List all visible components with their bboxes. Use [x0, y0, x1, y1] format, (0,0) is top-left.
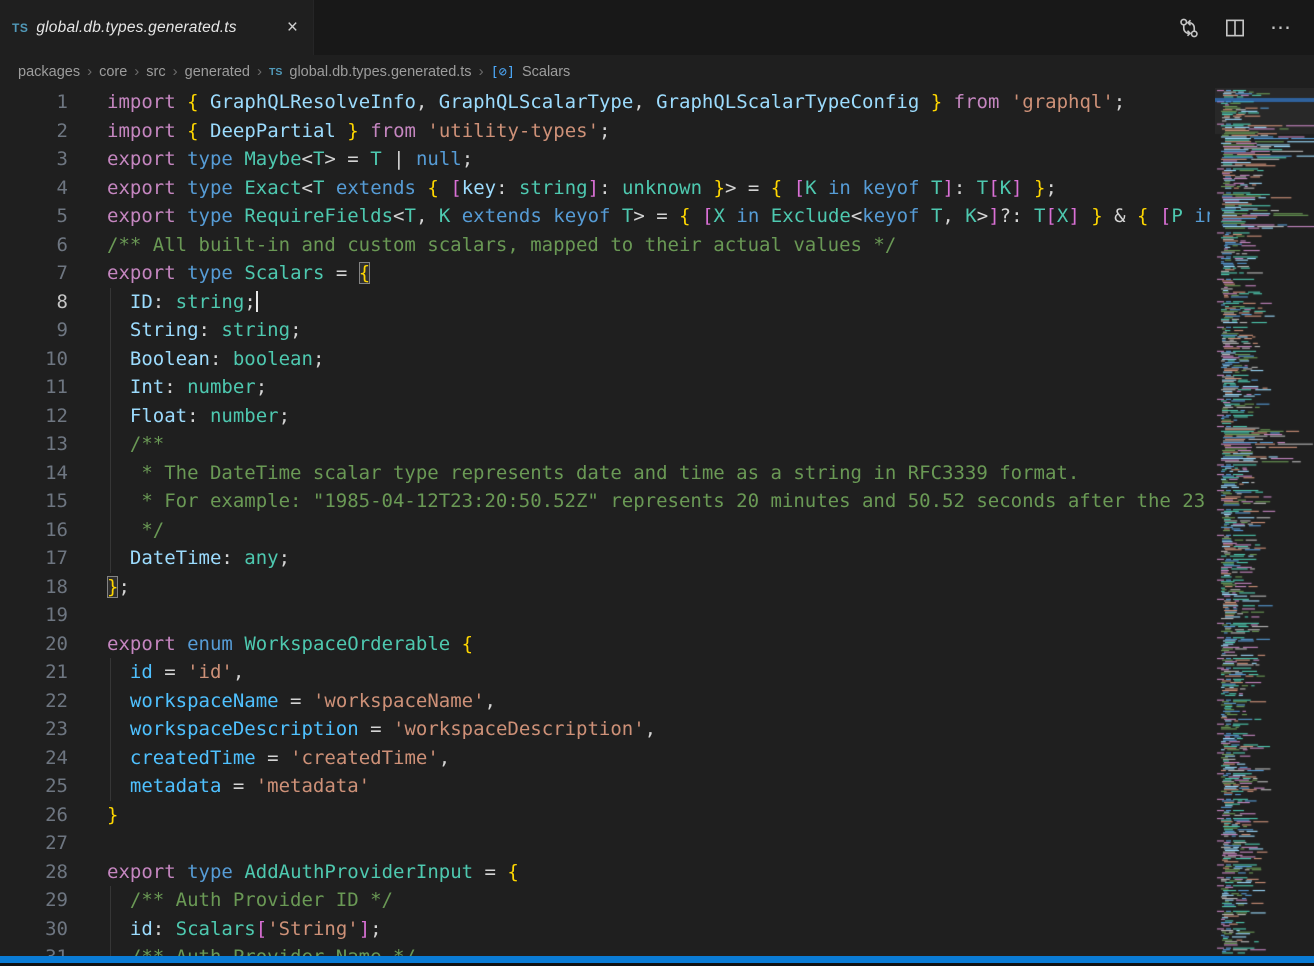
code-line-8: 8 ID: string; — [0, 288, 1210, 317]
line-number: 7 — [0, 259, 68, 288]
line-number: 30 — [0, 915, 68, 944]
code-line-7: 7export type Scalars = { — [0, 259, 1210, 288]
code-line-4: 4export type Exact<T extends { [key: str… — [0, 174, 1210, 203]
code-line-30: 30 id: Scalars['String']; — [0, 915, 1210, 944]
line-number: 27 — [0, 829, 68, 858]
close-tab-icon[interactable]: × — [284, 18, 301, 37]
line-number: 18 — [0, 573, 68, 602]
tab-title: global.db.types.generated.ts — [36, 19, 236, 37]
line-number: 5 — [0, 202, 68, 231]
split-editor-icon[interactable] — [1220, 13, 1250, 43]
code-line-12: 12 Float: number; — [0, 402, 1210, 431]
line-number: 6 — [0, 231, 68, 260]
line-number: 28 — [0, 858, 68, 887]
line-number: 10 — [0, 345, 68, 374]
line-number: 4 — [0, 174, 68, 203]
breadcrumb-item-src[interactable]: src — [146, 64, 165, 80]
code-line-19: 19 — [0, 601, 1210, 630]
code-line-16: 16 */ — [0, 516, 1210, 545]
line-number: 15 — [0, 487, 68, 516]
line-number: 14 — [0, 459, 68, 488]
breadcrumb-separator: › — [134, 63, 139, 80]
typescript-file-icon: TS — [12, 21, 28, 35]
code-line-21: 21 id = 'id', — [0, 658, 1210, 687]
code-line-28: 28export type AddAuthProviderInput = { — [0, 858, 1210, 887]
more-actions-icon[interactable]: ⋯ — [1266, 13, 1296, 43]
breadcrumb-item-symbol-scalars[interactable]: Scalars — [522, 64, 570, 80]
open-changes-icon[interactable] — [1174, 13, 1204, 43]
code-line-13: 13 /** — [0, 430, 1210, 459]
line-number: 26 — [0, 801, 68, 830]
code-line-25: 25 metadata = 'metadata' — [0, 772, 1210, 801]
line-number: 23 — [0, 715, 68, 744]
line-number: 21 — [0, 658, 68, 687]
editor-actions: ⋯ — [1174, 0, 1314, 55]
line-number: 1 — [0, 88, 68, 117]
code-line-6: 6/** All built-in and custom scalars, ma… — [0, 231, 1210, 260]
line-number: 12 — [0, 402, 68, 431]
symbol-type-icon: [⊘] — [491, 64, 515, 80]
code-line-23: 23 workspaceDescription = 'workspaceDesc… — [0, 715, 1210, 744]
code-line-3: 3export type Maybe<T> = T | null; — [0, 145, 1210, 174]
code-line-27: 27 — [0, 829, 1210, 858]
code-line-22: 22 workspaceName = 'workspaceName', — [0, 687, 1210, 716]
tab-global-db-types-generated[interactable]: TS global.db.types.generated.ts × — [0, 0, 314, 55]
line-number: 20 — [0, 630, 68, 659]
code-line-9: 9 String: string; — [0, 316, 1210, 345]
code-line-2: 2import { DeepPartial } from 'utility-ty… — [0, 117, 1210, 146]
breadcrumb-separator: › — [257, 63, 262, 80]
text-cursor — [256, 291, 258, 312]
code-line-1: 1import { GraphQLResolveInfo, GraphQLSca… — [0, 88, 1210, 117]
line-number: 22 — [0, 687, 68, 716]
line-number: 19 — [0, 601, 68, 630]
code-line-26: 26} — [0, 801, 1210, 830]
code-line-18: 18}; — [0, 573, 1210, 602]
line-number: 17 — [0, 544, 68, 573]
line-number: 11 — [0, 373, 68, 402]
code-line-11: 11 Int: number; — [0, 373, 1210, 402]
breadcrumb: packages › core › src › generated › TS g… — [0, 55, 1314, 88]
breadcrumb-separator: › — [479, 63, 484, 80]
line-number: 2 — [0, 117, 68, 146]
line-number: 29 — [0, 886, 68, 915]
code-line-20: 20export enum WorkspaceOrderable { — [0, 630, 1210, 659]
code-line-14: 14 * The DateTime scalar type represents… — [0, 459, 1210, 488]
typescript-file-icon: TS — [269, 66, 282, 78]
breadcrumb-separator: › — [173, 63, 178, 80]
minimap[interactable] — [1215, 88, 1314, 956]
line-number: 3 — [0, 145, 68, 174]
code-line-24: 24 createdTime = 'createdTime', — [0, 744, 1210, 773]
breadcrumb-item-generated[interactable]: generated — [185, 64, 250, 80]
status-progress-bar — [0, 956, 1314, 963]
code-line-29: 29 /** Auth Provider ID */ — [0, 886, 1210, 915]
line-number: 13 — [0, 430, 68, 459]
code-line-10: 10 Boolean: boolean; — [0, 345, 1210, 374]
breadcrumb-item-core[interactable]: core — [99, 64, 127, 80]
line-number: 25 — [0, 772, 68, 801]
code-editor[interactable]: 1import { GraphQLResolveInfo, GraphQLSca… — [0, 88, 1210, 966]
code-line-17: 17 DateTime: any; — [0, 544, 1210, 573]
tab-bar: TS global.db.types.generated.ts × ⋯ — [0, 0, 1314, 55]
code-line-5: 5export type RequireFields<T, K extends … — [0, 202, 1210, 231]
breadcrumb-item-packages[interactable]: packages — [18, 64, 80, 80]
line-number: 24 — [0, 744, 68, 773]
code-line-15: 15 * For example: "1985-04-12T23:20:50.5… — [0, 487, 1210, 516]
line-number: 9 — [0, 316, 68, 345]
line-number: 8 — [0, 288, 68, 317]
line-number: 16 — [0, 516, 68, 545]
breadcrumb-item-filename[interactable]: global.db.types.generated.ts — [289, 64, 471, 80]
breadcrumb-separator: › — [87, 63, 92, 80]
vscode-editor-window: { "tab_bar": { "tabs": [ { "icon": "TS",… — [0, 0, 1314, 966]
